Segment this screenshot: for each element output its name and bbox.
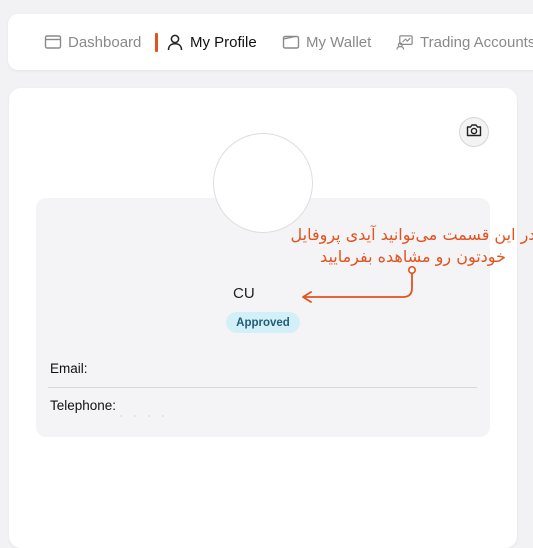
wallet-icon (282, 33, 300, 51)
telephone-label: Telephone: (50, 398, 117, 413)
annotation-line-1: در این قسمت می‌توانید آیدی پروفایل (290, 225, 533, 244)
status-badge: Approved (226, 312, 300, 333)
nav-item-label: My Wallet (306, 33, 372, 51)
nav-item-label: Trading Accounts (420, 33, 533, 51)
user-id: CU (233, 285, 255, 302)
annotation-line-2: خودتون رو مشاهده بفرمایید (320, 247, 506, 266)
camera-icon (466, 123, 482, 142)
annotation-text: در این قسمت می‌توانید آیدی پروفایل خودتو… (289, 224, 533, 268)
active-indicator (155, 33, 158, 52)
divider (48, 387, 477, 388)
telephone-value (120, 404, 180, 417)
nav-item-trading-accounts[interactable]: Trading Accounts (396, 14, 533, 70)
avatar[interactable] (213, 133, 313, 233)
nav-item-my-wallet[interactable]: My Wallet (282, 14, 371, 70)
user-icon (166, 33, 184, 51)
change-photo-button[interactable] (459, 117, 489, 147)
trading-accounts-icon (396, 33, 414, 51)
top-navigation: Dashboard My Profile My Wallet Trading A… (8, 14, 533, 70)
dashboard-icon (44, 33, 62, 51)
email-label: Email: (50, 361, 88, 376)
nav-item-label: My Profile (190, 33, 257, 51)
nav-item-label: Dashboard (68, 33, 142, 51)
nav-item-my-profile[interactable]: My Profile (155, 14, 257, 70)
nav-item-dashboard[interactable]: Dashboard (44, 14, 141, 70)
